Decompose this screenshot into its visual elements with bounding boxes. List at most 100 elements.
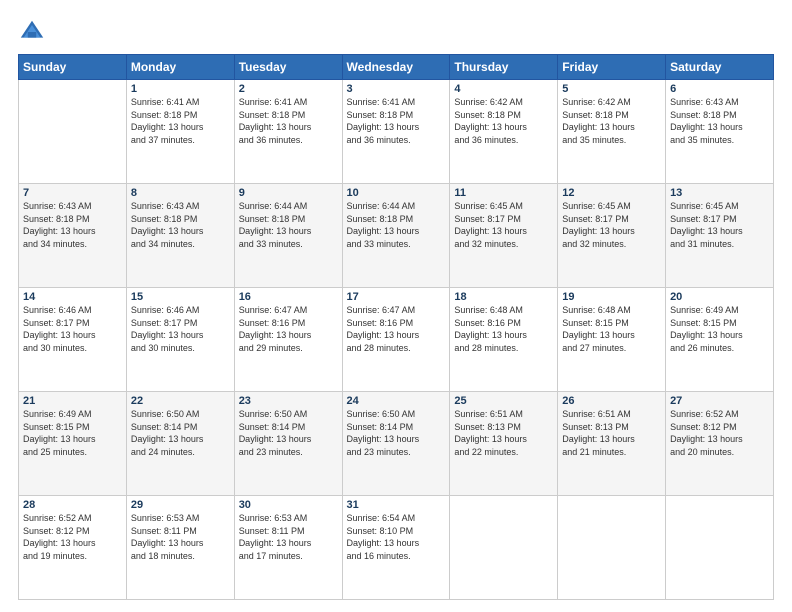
calendar-cell: 30Sunrise: 6:53 AM Sunset: 8:11 PM Dayli…: [234, 496, 342, 600]
day-info: Sunrise: 6:44 AM Sunset: 8:18 PM Dayligh…: [347, 200, 446, 250]
day-number: 23: [239, 395, 338, 407]
day-info: Sunrise: 6:44 AM Sunset: 8:18 PM Dayligh…: [239, 200, 338, 250]
day-number: 15: [131, 291, 230, 303]
logo: [18, 18, 50, 46]
calendar-cell: 12Sunrise: 6:45 AM Sunset: 8:17 PM Dayli…: [558, 184, 666, 288]
calendar-cell: 5Sunrise: 6:42 AM Sunset: 8:18 PM Daylig…: [558, 80, 666, 184]
calendar-cell: 21Sunrise: 6:49 AM Sunset: 8:15 PM Dayli…: [19, 392, 127, 496]
day-number: 2: [239, 83, 338, 95]
day-number: 1: [131, 83, 230, 95]
week-row-1: 1Sunrise: 6:41 AM Sunset: 8:18 PM Daylig…: [19, 80, 774, 184]
calendar-cell: 22Sunrise: 6:50 AM Sunset: 8:14 PM Dayli…: [126, 392, 234, 496]
calendar-cell: 3Sunrise: 6:41 AM Sunset: 8:18 PM Daylig…: [342, 80, 450, 184]
day-number: 26: [562, 395, 661, 407]
day-number: 19: [562, 291, 661, 303]
day-info: Sunrise: 6:54 AM Sunset: 8:10 PM Dayligh…: [347, 512, 446, 562]
calendar-cell: [558, 496, 666, 600]
day-number: 5: [562, 83, 661, 95]
day-number: 16: [239, 291, 338, 303]
day-info: Sunrise: 6:51 AM Sunset: 8:13 PM Dayligh…: [562, 408, 661, 458]
calendar-cell: 26Sunrise: 6:51 AM Sunset: 8:13 PM Dayli…: [558, 392, 666, 496]
day-number: 18: [454, 291, 553, 303]
weekday-header-thursday: Thursday: [450, 55, 558, 80]
day-info: Sunrise: 6:46 AM Sunset: 8:17 PM Dayligh…: [131, 304, 230, 354]
day-info: Sunrise: 6:49 AM Sunset: 8:15 PM Dayligh…: [23, 408, 122, 458]
day-info: Sunrise: 6:53 AM Sunset: 8:11 PM Dayligh…: [239, 512, 338, 562]
calendar-cell: 25Sunrise: 6:51 AM Sunset: 8:13 PM Dayli…: [450, 392, 558, 496]
day-info: Sunrise: 6:41 AM Sunset: 8:18 PM Dayligh…: [347, 96, 446, 146]
calendar-cell: [666, 496, 774, 600]
day-number: 8: [131, 187, 230, 199]
calendar-cell: 20Sunrise: 6:49 AM Sunset: 8:15 PM Dayli…: [666, 288, 774, 392]
weekday-header-sunday: Sunday: [19, 55, 127, 80]
header: [18, 18, 774, 46]
calendar-cell: 17Sunrise: 6:47 AM Sunset: 8:16 PM Dayli…: [342, 288, 450, 392]
day-info: Sunrise: 6:41 AM Sunset: 8:18 PM Dayligh…: [239, 96, 338, 146]
calendar-cell: 4Sunrise: 6:42 AM Sunset: 8:18 PM Daylig…: [450, 80, 558, 184]
day-number: 24: [347, 395, 446, 407]
calendar-cell: 11Sunrise: 6:45 AM Sunset: 8:17 PM Dayli…: [450, 184, 558, 288]
calendar-cell: 13Sunrise: 6:45 AM Sunset: 8:17 PM Dayli…: [666, 184, 774, 288]
calendar-cell: 28Sunrise: 6:52 AM Sunset: 8:12 PM Dayli…: [19, 496, 127, 600]
day-number: 10: [347, 187, 446, 199]
day-number: 31: [347, 499, 446, 511]
day-info: Sunrise: 6:48 AM Sunset: 8:15 PM Dayligh…: [562, 304, 661, 354]
day-number: 7: [23, 187, 122, 199]
calendar-cell: [19, 80, 127, 184]
week-row-5: 28Sunrise: 6:52 AM Sunset: 8:12 PM Dayli…: [19, 496, 774, 600]
day-number: 6: [670, 83, 769, 95]
calendar-cell: 31Sunrise: 6:54 AM Sunset: 8:10 PM Dayli…: [342, 496, 450, 600]
day-info: Sunrise: 6:51 AM Sunset: 8:13 PM Dayligh…: [454, 408, 553, 458]
weekday-header-saturday: Saturday: [666, 55, 774, 80]
day-number: 11: [454, 187, 553, 199]
weekday-header-monday: Monday: [126, 55, 234, 80]
day-number: 13: [670, 187, 769, 199]
weekday-header-row: SundayMondayTuesdayWednesdayThursdayFrid…: [19, 55, 774, 80]
day-number: 17: [347, 291, 446, 303]
day-number: 21: [23, 395, 122, 407]
day-number: 12: [562, 187, 661, 199]
calendar-cell: 24Sunrise: 6:50 AM Sunset: 8:14 PM Dayli…: [342, 392, 450, 496]
day-number: 20: [670, 291, 769, 303]
day-info: Sunrise: 6:43 AM Sunset: 8:18 PM Dayligh…: [131, 200, 230, 250]
day-number: 9: [239, 187, 338, 199]
page: SundayMondayTuesdayWednesdayThursdayFrid…: [0, 0, 792, 612]
day-info: Sunrise: 6:43 AM Sunset: 8:18 PM Dayligh…: [670, 96, 769, 146]
calendar-cell: 27Sunrise: 6:52 AM Sunset: 8:12 PM Dayli…: [666, 392, 774, 496]
day-info: Sunrise: 6:45 AM Sunset: 8:17 PM Dayligh…: [454, 200, 553, 250]
day-number: 3: [347, 83, 446, 95]
calendar-cell: 16Sunrise: 6:47 AM Sunset: 8:16 PM Dayli…: [234, 288, 342, 392]
calendar-cell: 6Sunrise: 6:43 AM Sunset: 8:18 PM Daylig…: [666, 80, 774, 184]
day-number: 14: [23, 291, 122, 303]
weekday-header-tuesday: Tuesday: [234, 55, 342, 80]
day-number: 27: [670, 395, 769, 407]
calendar-cell: [450, 496, 558, 600]
day-info: Sunrise: 6:50 AM Sunset: 8:14 PM Dayligh…: [239, 408, 338, 458]
calendar-cell: 18Sunrise: 6:48 AM Sunset: 8:16 PM Dayli…: [450, 288, 558, 392]
calendar-cell: 2Sunrise: 6:41 AM Sunset: 8:18 PM Daylig…: [234, 80, 342, 184]
calendar-cell: 14Sunrise: 6:46 AM Sunset: 8:17 PM Dayli…: [19, 288, 127, 392]
week-row-4: 21Sunrise: 6:49 AM Sunset: 8:15 PM Dayli…: [19, 392, 774, 496]
day-info: Sunrise: 6:43 AM Sunset: 8:18 PM Dayligh…: [23, 200, 122, 250]
calendar-cell: 15Sunrise: 6:46 AM Sunset: 8:17 PM Dayli…: [126, 288, 234, 392]
day-number: 4: [454, 83, 553, 95]
day-number: 29: [131, 499, 230, 511]
day-info: Sunrise: 6:52 AM Sunset: 8:12 PM Dayligh…: [23, 512, 122, 562]
day-info: Sunrise: 6:50 AM Sunset: 8:14 PM Dayligh…: [347, 408, 446, 458]
weekday-header-wednesday: Wednesday: [342, 55, 450, 80]
day-number: 22: [131, 395, 230, 407]
calendar-cell: 7Sunrise: 6:43 AM Sunset: 8:18 PM Daylig…: [19, 184, 127, 288]
calendar-cell: 19Sunrise: 6:48 AM Sunset: 8:15 PM Dayli…: [558, 288, 666, 392]
day-info: Sunrise: 6:46 AM Sunset: 8:17 PM Dayligh…: [23, 304, 122, 354]
calendar-cell: 23Sunrise: 6:50 AM Sunset: 8:14 PM Dayli…: [234, 392, 342, 496]
day-info: Sunrise: 6:53 AM Sunset: 8:11 PM Dayligh…: [131, 512, 230, 562]
day-info: Sunrise: 6:47 AM Sunset: 8:16 PM Dayligh…: [347, 304, 446, 354]
week-row-3: 14Sunrise: 6:46 AM Sunset: 8:17 PM Dayli…: [19, 288, 774, 392]
day-number: 30: [239, 499, 338, 511]
calendar-cell: 10Sunrise: 6:44 AM Sunset: 8:18 PM Dayli…: [342, 184, 450, 288]
day-info: Sunrise: 6:41 AM Sunset: 8:18 PM Dayligh…: [131, 96, 230, 146]
day-info: Sunrise: 6:42 AM Sunset: 8:18 PM Dayligh…: [562, 96, 661, 146]
day-info: Sunrise: 6:48 AM Sunset: 8:16 PM Dayligh…: [454, 304, 553, 354]
calendar-cell: 9Sunrise: 6:44 AM Sunset: 8:18 PM Daylig…: [234, 184, 342, 288]
day-info: Sunrise: 6:52 AM Sunset: 8:12 PM Dayligh…: [670, 408, 769, 458]
